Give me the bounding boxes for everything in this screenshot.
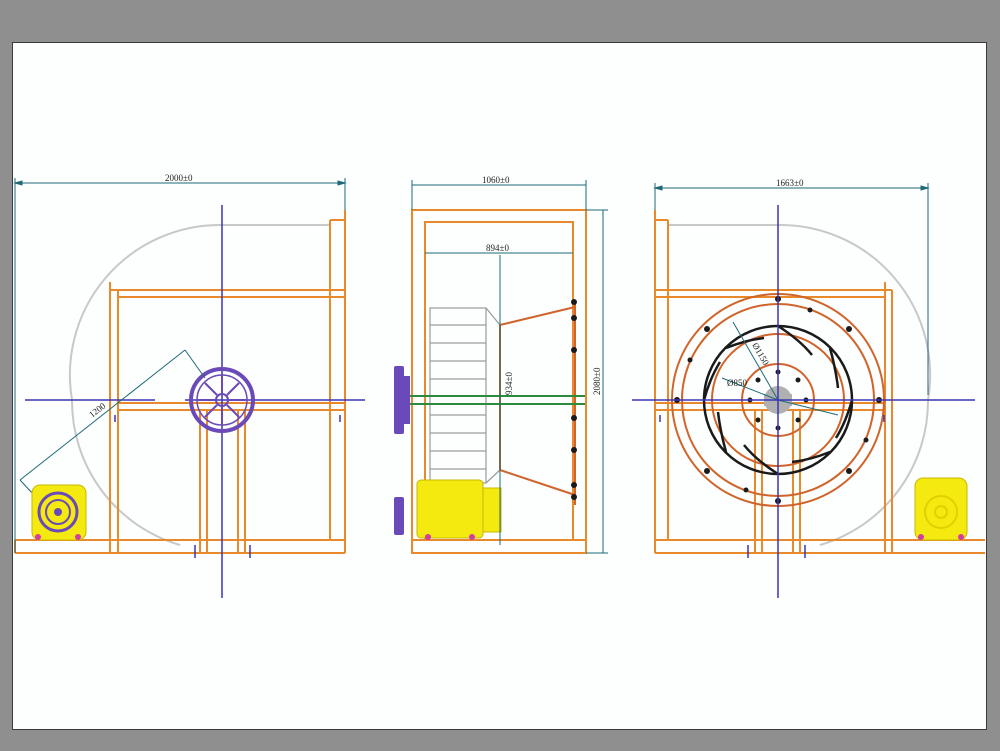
right-view: Ø1150 Ø850 1663±0 — [632, 178, 985, 598]
left-motor — [31, 484, 87, 541]
middle-inlet-cone — [499, 300, 576, 505]
middle-width-label: 1060±0 — [482, 175, 510, 185]
middle-shaft — [400, 395, 585, 405]
right-motor — [914, 477, 968, 541]
middle-motor — [416, 479, 502, 540]
cad-drawing: 1200 2000±0 1060±0 894±0 934±0 2080±0 Ø1… — [13, 173, 985, 598]
middle-height-label: 2080±0 — [592, 367, 602, 395]
right-width-label: 1663±0 — [776, 178, 804, 188]
middle-inlet-height-label: 934±0 — [504, 372, 514, 395]
left-width-label: 2000±0 — [165, 173, 193, 183]
left-view: 1200 2000±0 — [13, 173, 365, 598]
middle-pulleys — [394, 366, 410, 535]
middle-view: 1060±0 894±0 934±0 2080±0 — [394, 175, 608, 554]
right-radius-inner-label: Ø850 — [727, 378, 747, 388]
middle-inner-width-label: 894±0 — [486, 243, 509, 253]
right-radius-outer-label: Ø1150 — [750, 341, 771, 367]
left-diag-label: 1200 — [87, 400, 108, 419]
